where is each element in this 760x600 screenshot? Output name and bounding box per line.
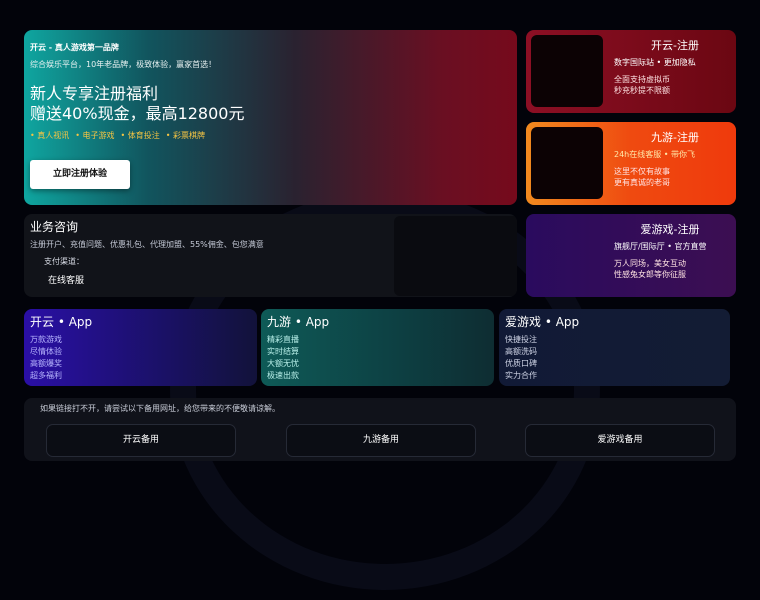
promo-line: 更有真诚的老哥 [614, 178, 670, 187]
backup-button-kaiyun[interactable]: 开云备用 [46, 424, 236, 457]
app-feature: 万款游戏 [30, 335, 62, 344]
promo-thumbnail [531, 35, 603, 107]
promo-line: 性感兔女郎等你征服 [614, 270, 686, 279]
app-feature: 实力合作 [505, 371, 537, 380]
promo-title: 开云-注册 [651, 39, 699, 52]
promo-title: 爱游戏-注册 [640, 223, 700, 236]
backup-note: 如果链接打不开，请尝试以下备用网址，给您带来的不便敬请谅解。 [40, 404, 280, 413]
app-feature: 大额无忧 [267, 359, 299, 368]
promo-thumbnail [531, 127, 603, 199]
backup-links-section: 如果链接打不开，请尝试以下备用网址，给您带来的不便敬请谅解。 开云备用 九游备用… [24, 398, 736, 461]
backup-button-aiyouxi[interactable]: 爱游戏备用 [525, 424, 715, 457]
hero-headline-1: 新人专享注册福利 [30, 84, 159, 103]
app-feature: 超多福利 [30, 371, 62, 380]
consult-side-panel [394, 216, 517, 296]
app-feature: 高额洗码 [505, 347, 537, 356]
promo-subtitle: 数字国际站 • 更加隐私 [614, 58, 696, 67]
app-title: 九游 • App [267, 315, 330, 329]
app-title: 爱游戏 • App [505, 315, 580, 329]
app-card-aiyouxi[interactable]: 爱游戏 • App 快捷投注 高额洗码 优质口碑 实力合作 [499, 309, 730, 386]
promo-line: 秒充秒提不限额 [614, 86, 670, 95]
app-feature: 实时结算 [267, 347, 299, 356]
promo-card-aiyouxi[interactable]: 爱游戏-注册 旗舰厅/国际厅 • 官方直营 万人同场，美女互动 性感兔女郎等你征… [526, 214, 736, 297]
hero-headline-2: 赠送40%现金，最高12800元 [30, 104, 245, 123]
app-card-jiuyou[interactable]: 九游 • App 精彩直播 实时结算 大额无忧 极速出款 [261, 309, 494, 386]
hero-banner: 开云 - 真人游戏第一品牌 综合娱乐平台，10年老品牌，极致体验，赢家首选！ 新… [24, 30, 517, 205]
promo-card-kaiyun[interactable]: 开云-注册 数字国际站 • 更加隐私 全面支持虚拟币 秒充秒提不限额 [526, 30, 736, 113]
hero-feature: • 体育投注 [120, 131, 160, 140]
app-feature: 极速出款 [267, 371, 299, 380]
hero-feature: • 真人视讯 [30, 131, 70, 140]
hero-brand-line: 开云 - 真人游戏第一品牌 [30, 43, 119, 52]
promo-title: 九游-注册 [651, 131, 699, 144]
app-card-kaiyun[interactable]: 开云 • App 万款游戏 尽情体验 高额爆奖 超多福利 [24, 309, 257, 386]
promo-line: 这里不仅有故事 [614, 167, 670, 176]
promo-subtitle: 旗舰厅/国际厅 • 官方直营 [614, 242, 707, 251]
app-feature: 精彩直播 [267, 335, 299, 344]
promo-line: 全面支持虚拟币 [614, 75, 670, 84]
hero-feature-list: • 真人视讯 • 电子游戏 • 体育投注 • 彩票棋牌 [30, 130, 511, 141]
register-now-button[interactable]: 立即注册体验 [30, 160, 130, 189]
business-consult-section: 业务咨询 注册开户、充值问题、优惠礼包、代理加盟、55%佣金、包您满意 支付渠道… [24, 214, 517, 297]
promo-subtitle: 24h在线客服 • 带你飞 [614, 150, 696, 159]
hero-feature: • 电子游戏 [75, 131, 115, 140]
app-feature: 快捷投注 [505, 335, 537, 344]
promo-line: 万人同场，美女互动 [614, 259, 686, 268]
app-title: 开云 • App [30, 315, 93, 329]
promo-card-jiuyou[interactable]: 九游-注册 24h在线客服 • 带你飞 这里不仅有故事 更有真诚的老哥 [526, 122, 736, 205]
app-feature: 尽情体验 [30, 347, 62, 356]
hero-tagline: 综合娱乐平台，10年老品牌，极致体验，赢家首选！ [30, 60, 217, 69]
backup-button-jiuyou[interactable]: 九游备用 [286, 424, 476, 457]
app-feature: 高额爆奖 [30, 359, 62, 368]
app-feature: 优质口碑 [505, 359, 537, 368]
hero-feature: • 彩票棋牌 [165, 131, 206, 140]
